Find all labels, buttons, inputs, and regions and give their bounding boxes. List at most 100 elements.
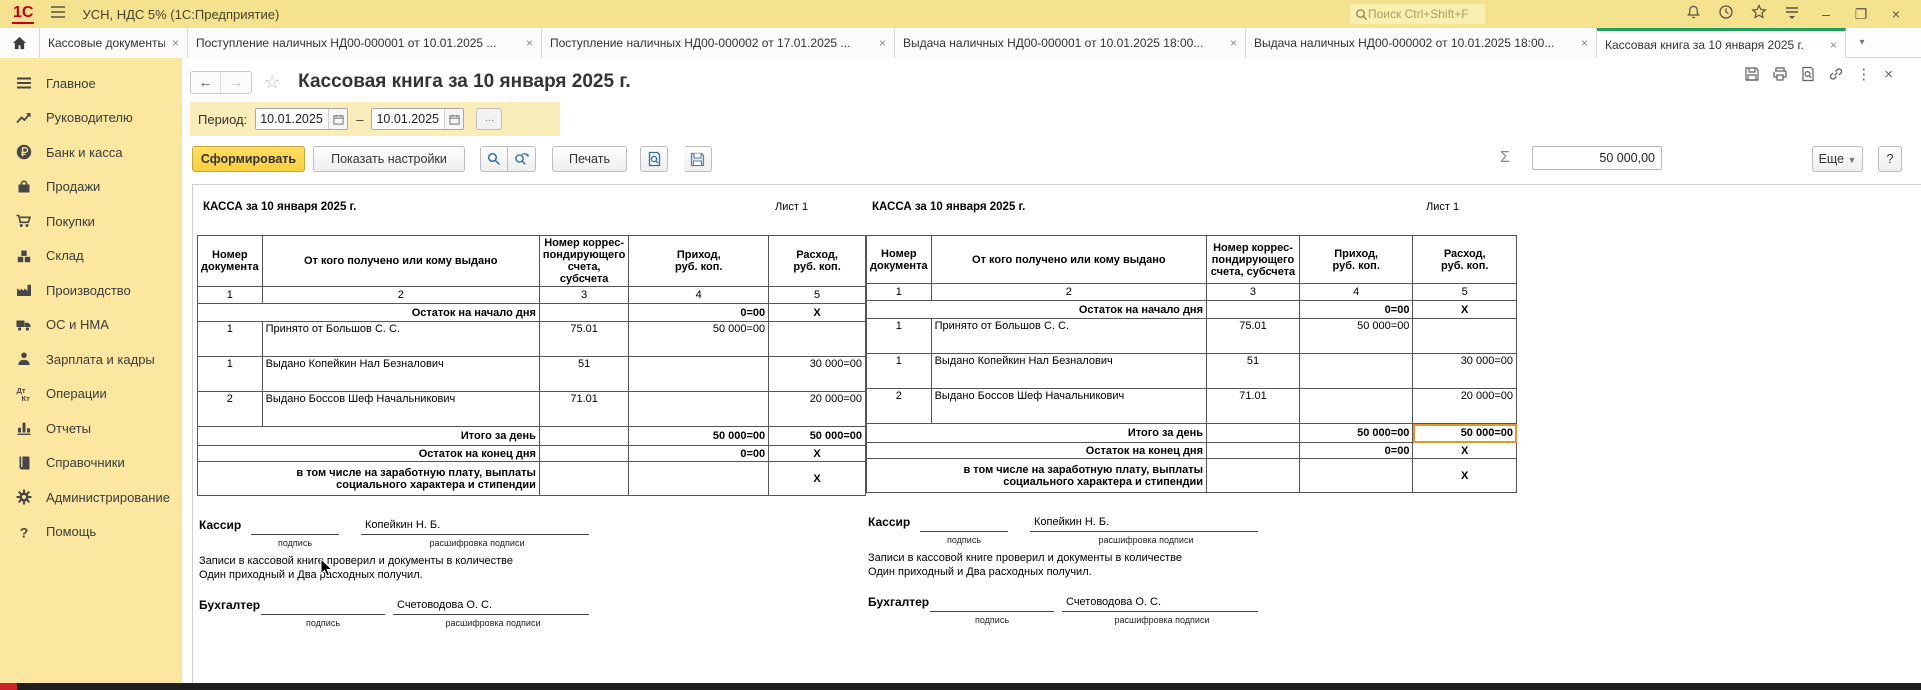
- rashod-cell[interactable]: X: [1413, 443, 1517, 459]
- more-actions-icon[interactable]: ⋮: [1856, 65, 1871, 83]
- cashier-name[interactable]: Копейкин Н. Б.: [365, 519, 440, 531]
- column-number[interactable]: 1: [198, 287, 263, 304]
- search-input[interactable]: [1368, 7, 1478, 21]
- cashier-name[interactable]: Копейкин Н. Б.: [1034, 516, 1109, 528]
- prihod-cell[interactable]: 0=00: [1299, 301, 1412, 319]
- find-next-button[interactable]: [508, 146, 536, 172]
- restore-button[interactable]: ❐: [1852, 6, 1870, 23]
- tab-list-dropdown[interactable]: ▾: [1846, 28, 1878, 57]
- doc-text-cell[interactable]: Выдано Копейкин Нал Безналович: [931, 354, 1206, 389]
- cassa-title[interactable]: КАССА за 10 января 2025 г.: [872, 201, 1025, 213]
- taskbar-app-icon[interactable]: [0, 683, 17, 690]
- doc-number-cell[interactable]: 1: [867, 319, 932, 354]
- sidebar-item-покупки[interactable]: Покупки: [0, 204, 182, 239]
- get-link-icon[interactable]: [1828, 66, 1843, 82]
- column-number[interactable]: 2: [262, 287, 539, 304]
- generate-button[interactable]: Сформировать: [192, 146, 305, 172]
- help-button[interactable]: ?: [1878, 146, 1902, 172]
- account-cell[interactable]: 51: [539, 357, 628, 392]
- tab-close-icon[interactable]: ×: [1581, 36, 1588, 50]
- tab-close-icon[interactable]: ×: [526, 36, 533, 50]
- column-number[interactable]: 5: [769, 287, 866, 304]
- rashod-cell[interactable]: [769, 322, 866, 357]
- account-cell[interactable]: [539, 462, 628, 496]
- cashbook-table[interactable]: Номер документаОт кого получено или кому…: [866, 235, 1517, 493]
- account-cell[interactable]: 71.01: [1207, 389, 1300, 424]
- close-tab-button[interactable]: ×: [1884, 66, 1893, 83]
- column-number[interactable]: 4: [1299, 284, 1412, 301]
- prihod-cell[interactable]: [1299, 389, 1412, 424]
- doc-text-cell[interactable]: Принято от Большов С. С.: [262, 322, 539, 357]
- tab-close-icon[interactable]: ×: [1830, 38, 1837, 52]
- prihod-cell[interactable]: 50 000=00: [1299, 319, 1412, 354]
- column-number[interactable]: 1: [867, 284, 932, 301]
- document-tab[interactable]: Выдача наличных НД00-000002 от 10.01.202…: [1246, 28, 1597, 58]
- sidebar-item-администрирование[interactable]: Администрирование: [0, 480, 182, 515]
- sidebar-item-ос-и-нма[interactable]: ОС и НМА: [0, 308, 182, 343]
- column-number[interactable]: 3: [1207, 284, 1300, 301]
- sidebar-item-банк-и-касса[interactable]: Банк и касса: [0, 135, 182, 170]
- prihod-cell[interactable]: [1299, 459, 1412, 493]
- column-number[interactable]: 3: [539, 287, 628, 304]
- row-label-cell[interactable]: в том числе на заработную плату, выплаты…: [198, 462, 540, 496]
- row-label-cell[interactable]: Итого за день: [198, 427, 540, 446]
- document-tab[interactable]: Кассовые документы×: [40, 28, 188, 58]
- prihod-cell[interactable]: 50 000=00: [1299, 424, 1412, 443]
- print-icon[interactable]: [1772, 66, 1787, 82]
- document-tab[interactable]: Кассовая книга за 10 января 2025 г.×: [1597, 28, 1846, 58]
- prihod-cell[interactable]: [629, 392, 769, 427]
- preview-button[interactable]: [640, 146, 668, 172]
- column-header[interactable]: Расход, руб. коп.: [769, 236, 866, 287]
- rashod-cell[interactable]: 20 000=00: [769, 392, 866, 427]
- column-number[interactable]: 4: [629, 287, 769, 304]
- rashod-cell[interactable]: 50 000=00: [1413, 424, 1517, 443]
- calendar-icon[interactable]: [444, 109, 463, 129]
- minimize-button[interactable]: –: [1817, 6, 1835, 22]
- prihod-cell[interactable]: 0=00: [1299, 443, 1412, 459]
- save-button[interactable]: [684, 146, 712, 172]
- prihod-cell[interactable]: 0=00: [629, 446, 769, 462]
- account-cell[interactable]: 75.01: [1207, 319, 1300, 354]
- column-header[interactable]: Номер коррес- пондирующего счета, субсче…: [1207, 236, 1300, 284]
- rashod-cell[interactable]: X: [1413, 301, 1517, 319]
- doc-number-cell[interactable]: 2: [867, 389, 932, 424]
- doc-text-cell[interactable]: Выдано Боссов Шеф Начальникович: [931, 389, 1206, 424]
- prihod-cell[interactable]: 50 000=00: [629, 322, 769, 357]
- cashbook-table[interactable]: Номер документаОт кого получено или кому…: [197, 235, 866, 496]
- print-preview-icon[interactable]: [1800, 66, 1815, 82]
- rashod-cell[interactable]: X: [769, 304, 866, 322]
- save-report-icon[interactable]: [1744, 66, 1759, 82]
- tab-home[interactable]: [0, 28, 40, 58]
- column-number[interactable]: 2: [931, 284, 1206, 301]
- row-label-cell[interactable]: Остаток на начало дня: [198, 304, 540, 322]
- sidebar-item-главное[interactable]: Главное: [0, 66, 182, 101]
- rashod-cell[interactable]: 20 000=00: [1413, 389, 1517, 424]
- rashod-cell[interactable]: X: [769, 462, 866, 496]
- rashod-cell[interactable]: 50 000=00: [769, 427, 866, 446]
- cashier-label[interactable]: Кассир: [199, 518, 241, 532]
- add-favorite-star-icon[interactable]: ☆: [264, 72, 280, 93]
- document-tab[interactable]: Выдача наличных НД00-000001 от 10.01.202…: [895, 28, 1246, 58]
- doc-text-cell[interactable]: Выдано Копейкин Нал Безналович: [262, 357, 539, 392]
- sheet-label[interactable]: Лист 1: [1426, 201, 1459, 213]
- column-header[interactable]: От кого получено или кому выдано: [262, 236, 539, 287]
- calendar-icon[interactable]: [328, 109, 347, 129]
- doc-number-cell[interactable]: 1: [198, 322, 263, 357]
- period-to-input[interactable]: [372, 109, 444, 129]
- favorites-star-icon[interactable]: [1751, 4, 1767, 25]
- period-to-field[interactable]: [371, 108, 464, 130]
- rashod-cell[interactable]: 30 000=00: [769, 357, 866, 392]
- sidebar-item-производство[interactable]: Производство: [0, 273, 182, 308]
- sidebar-item-операции[interactable]: ДтКтОперации: [0, 377, 182, 412]
- column-header[interactable]: Номер документа: [198, 236, 263, 287]
- sidebar-item-справочники[interactable]: Справочники: [0, 446, 182, 481]
- sidebar-item-помощь[interactable]: ?Помощь: [0, 515, 182, 550]
- row-label-cell[interactable]: Итого за день: [867, 424, 1207, 443]
- history-icon[interactable]: [1718, 4, 1734, 25]
- column-number[interactable]: 5: [1413, 284, 1517, 301]
- prihod-cell[interactable]: [629, 357, 769, 392]
- accountant-name[interactable]: Счетоводова О. С.: [397, 599, 492, 611]
- account-cell[interactable]: 75.01: [539, 322, 628, 357]
- nav-back-button[interactable]: ←: [191, 72, 221, 93]
- document-tab[interactable]: Поступление наличных НД00-000002 от 17.0…: [542, 28, 895, 58]
